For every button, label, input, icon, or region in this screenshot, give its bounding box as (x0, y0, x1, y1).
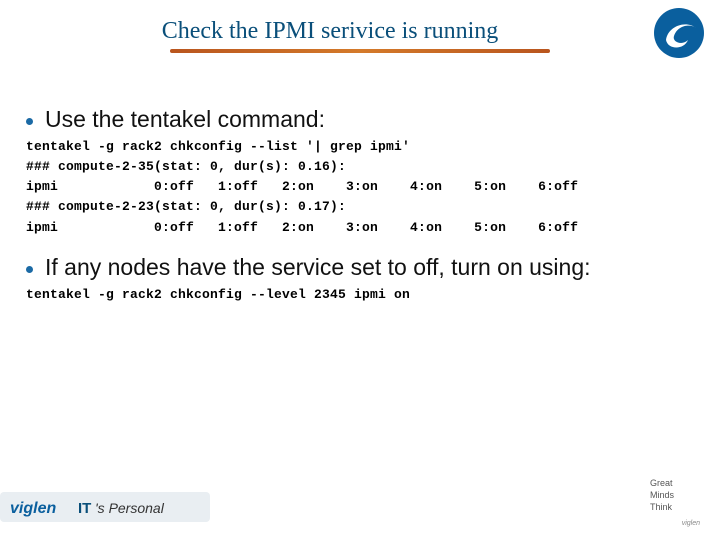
bullet-1-text: Use the tentakel command: (45, 106, 325, 133)
footer-brand-bar: viglen IT 's Personal (0, 492, 210, 522)
bullet-2: If any nodes have the service set to off… (26, 254, 700, 281)
code-line: tentakel -g rack2 chkconfig --list '| gr… (26, 139, 410, 154)
code-line: ### compute-2-35(stat: 0, dur(s): 0.16): (26, 159, 346, 174)
footer: viglen IT 's Personal Great Minds Think … (0, 480, 720, 540)
slide-title: Check the IPMI serivice is running (0, 18, 720, 45)
bullet-dot-icon (26, 266, 33, 273)
content: Use the tentakel command: tentakel -g ra… (26, 106, 700, 321)
svg-text:viglen: viglen (10, 500, 56, 517)
tagline-word: Think (650, 502, 710, 513)
code-line: tentakel -g rack2 chkconfig --level 2345… (26, 287, 410, 302)
brand-small: viglen (682, 520, 700, 528)
footer-tagline: Great Minds Think viglen (650, 478, 710, 530)
code-line: ipmi 0:off 1:off 2:on 3:on 4:on 5:on 6:o… (26, 179, 578, 194)
header: Check the IPMI serivice is running (0, 18, 720, 53)
slide: Check the IPMI serivice is running Use t… (0, 0, 720, 540)
tagline-word: Great (650, 478, 710, 489)
code-line: ipmi 0:off 1:off 2:on 3:on 4:on 5:on 6:o… (26, 220, 578, 235)
title-underline (170, 49, 550, 53)
code-block-2: tentakel -g rack2 chkconfig --level 2345… (26, 285, 700, 305)
code-block-1: tentakel -g rack2 chkconfig --list '| gr… (26, 137, 700, 238)
footer-it-text: IT (78, 500, 91, 517)
bullet-2-text: If any nodes have the service set to off… (45, 254, 591, 281)
bullet-dot-icon (26, 118, 33, 125)
logo-swirl-icon (652, 6, 706, 60)
footer-personal-text: 's Personal (95, 500, 165, 516)
code-line: ### compute-2-23(stat: 0, dur(s): 0.17): (26, 199, 346, 214)
tagline-word: Minds (650, 490, 710, 501)
bullet-1: Use the tentakel command: (26, 106, 700, 133)
